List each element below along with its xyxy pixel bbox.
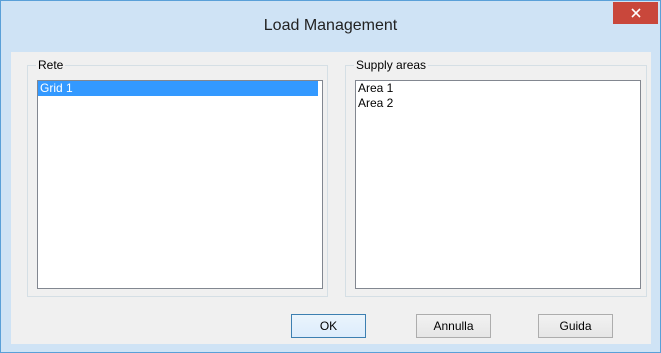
window-title: Load Management [263, 17, 398, 34]
supply-areas-list-item[interactable]: Area 1 [356, 81, 640, 96]
rete-listbox[interactable]: Grid 1 [37, 80, 323, 289]
supply-areas-listbox[interactable]: Area 1 Area 2 [355, 80, 641, 289]
supply-areas-list-item[interactable]: Area 2 [356, 96, 640, 111]
rete-group-label: Rete [36, 58, 66, 72]
supply-areas-groupbox: Supply areas Area 1 Area 2 [345, 58, 647, 297]
ok-button[interactable]: OK [291, 314, 366, 338]
help-button[interactable]: Guida [538, 314, 613, 338]
supply-areas-group-label: Supply areas [354, 58, 429, 72]
close-button[interactable] [613, 2, 658, 24]
dialog-window: Load Management Rete Grid 1 Supply areas… [0, 0, 661, 353]
rete-groupbox: Rete Grid 1 [27, 58, 328, 297]
close-icon [630, 8, 641, 18]
cancel-button[interactable]: Annulla [416, 314, 491, 338]
dialog-client-area: Rete Grid 1 Supply areas Area 1 Area 2 O… [11, 52, 651, 344]
title-bar[interactable]: Load Management [1, 1, 660, 51]
rete-list-item[interactable]: Grid 1 [38, 81, 318, 96]
